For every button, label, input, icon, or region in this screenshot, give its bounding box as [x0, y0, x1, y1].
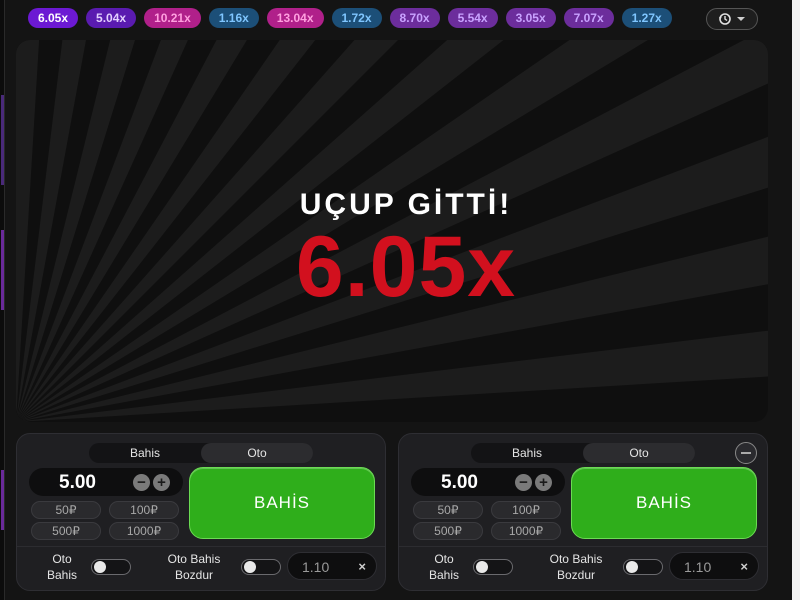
- auto-cashout-label-line: Oto Bahis: [549, 552, 603, 566]
- auto-cashout-value: 1.10: [684, 559, 712, 575]
- history-pill[interactable]: 1.16x: [208, 8, 259, 28]
- auto-bet-toggle[interactable]: [473, 559, 513, 575]
- auto-cashout-label-line: Bozdur: [174, 568, 214, 582]
- remove-panel-button[interactable]: [735, 442, 757, 464]
- quick-amount-button[interactable]: 1000₽: [491, 522, 561, 540]
- quick-amount-button[interactable]: 50₽: [31, 501, 101, 519]
- history-pill[interactable]: 1.72x: [331, 8, 382, 28]
- quick-amount-button[interactable]: 500₽: [31, 522, 101, 540]
- place-bet-button[interactable]: BAHİS: [571, 467, 757, 539]
- place-bet-button[interactable]: BAHİS: [189, 467, 375, 539]
- minus-icon: [741, 452, 751, 454]
- toggle-knob: [94, 561, 106, 573]
- bet-amount-value: 5.00: [59, 472, 96, 493]
- history-pill[interactable]: 1.27x: [621, 8, 672, 28]
- decrease-amount-button[interactable]: −: [515, 474, 532, 491]
- tab-bahis[interactable]: Bahis: [471, 443, 583, 463]
- final-multiplier: 6.05x: [295, 219, 517, 315]
- history-pill[interactable]: 5.54x: [447, 8, 498, 28]
- caret-down-icon: [737, 17, 745, 21]
- decrease-amount-button[interactable]: −: [133, 474, 150, 491]
- auto-cashout-input[interactable]: 1.10 ×: [669, 552, 759, 580]
- auto-cashout-input[interactable]: 1.10 ×: [287, 552, 377, 580]
- quick-amount-button[interactable]: 100₽: [491, 501, 561, 519]
- left-edge-segment: [1, 230, 4, 310]
- bet-panel-1: Bahis Oto 5.00 − + 50₽ 100₽ 500₽ 1000₽ B…: [16, 433, 386, 591]
- history-pill[interactable]: 5.04x: [86, 8, 137, 28]
- panel-divider: [399, 546, 767, 547]
- auto-bet-label-line: Oto: [434, 552, 454, 566]
- bet-panel-2: Bahis Oto 5.00 − + 50₽ 100₽ 500₽ 1000₽ B…: [398, 433, 768, 591]
- auto-cashout-label: Oto Bahis Bozdur: [157, 551, 231, 583]
- auto-bet-label: Oto Bahis: [37, 551, 87, 583]
- auto-cashout-value: 1.10: [302, 559, 330, 575]
- history-toggle-button[interactable]: [706, 8, 758, 30]
- quick-amount-button[interactable]: 1000₽: [109, 522, 179, 540]
- tab-oto[interactable]: Oto: [583, 443, 695, 463]
- left-edge-segment: [1, 95, 4, 185]
- toggle-knob: [626, 561, 638, 573]
- panel-divider: [17, 546, 385, 547]
- auto-bet-label-line: Bahis: [428, 568, 460, 582]
- history-pill[interactable]: 7.07x: [563, 8, 614, 28]
- history-pill[interactable]: 6.05x: [28, 8, 79, 28]
- flew-away-text: UÇUP GİTTİ!: [299, 188, 513, 221]
- auto-cashout-label: Oto Bahis Bozdur: [539, 551, 613, 583]
- bet-amount-field[interactable]: 5.00 − +: [411, 468, 565, 496]
- multiplier-history-bar: 6.05x 5.04x 10.21x 1.16x 13.04x 1.72x 8.…: [28, 8, 758, 32]
- bet-amount-value: 5.00: [441, 472, 478, 493]
- history-icon: [719, 13, 731, 25]
- quick-amount-button[interactable]: 50₽: [413, 501, 483, 519]
- auto-cashout-toggle[interactable]: [623, 559, 663, 575]
- auto-cashout-label-line: Bozdur: [556, 568, 596, 582]
- increase-amount-button[interactable]: +: [535, 474, 552, 491]
- left-edge-segment: [1, 470, 4, 530]
- toggle-knob: [476, 561, 488, 573]
- quick-amount-button[interactable]: 100₽: [109, 501, 179, 519]
- auto-bet-label: Oto Bahis: [419, 551, 469, 583]
- clear-icon[interactable]: ×: [358, 559, 366, 574]
- toggle-knob: [244, 561, 256, 573]
- auto-bet-label-line: Oto: [52, 552, 72, 566]
- game-area: UÇUP GİTTİ! 6.05x: [16, 40, 768, 422]
- quick-amount-button[interactable]: 500₽: [413, 522, 483, 540]
- game-screen: 6.05x 5.04x 10.21x 1.16x 13.04x 1.72x 8.…: [0, 0, 800, 600]
- history-pill[interactable]: 3.05x: [505, 8, 556, 28]
- bet-mode-tabs: Bahis Oto: [471, 443, 695, 463]
- tab-oto[interactable]: Oto: [201, 443, 313, 463]
- tab-bahis[interactable]: Bahis: [89, 443, 201, 463]
- auto-bet-label-line: Bahis: [46, 568, 78, 582]
- right-edge-strip: [792, 0, 800, 600]
- auto-cashout-label-line: Oto Bahis: [167, 552, 221, 566]
- auto-cashout-toggle[interactable]: [241, 559, 281, 575]
- increase-amount-button[interactable]: +: [153, 474, 170, 491]
- bet-amount-field[interactable]: 5.00 − +: [29, 468, 183, 496]
- bet-mode-tabs: Bahis Oto: [89, 443, 313, 463]
- history-pill[interactable]: 10.21x: [144, 8, 201, 28]
- history-pill[interactable]: 8.70x: [389, 8, 440, 28]
- clear-icon[interactable]: ×: [740, 559, 748, 574]
- history-pill[interactable]: 13.04x: [266, 8, 324, 28]
- auto-bet-toggle[interactable]: [91, 559, 131, 575]
- left-edge-strip: [0, 0, 5, 600]
